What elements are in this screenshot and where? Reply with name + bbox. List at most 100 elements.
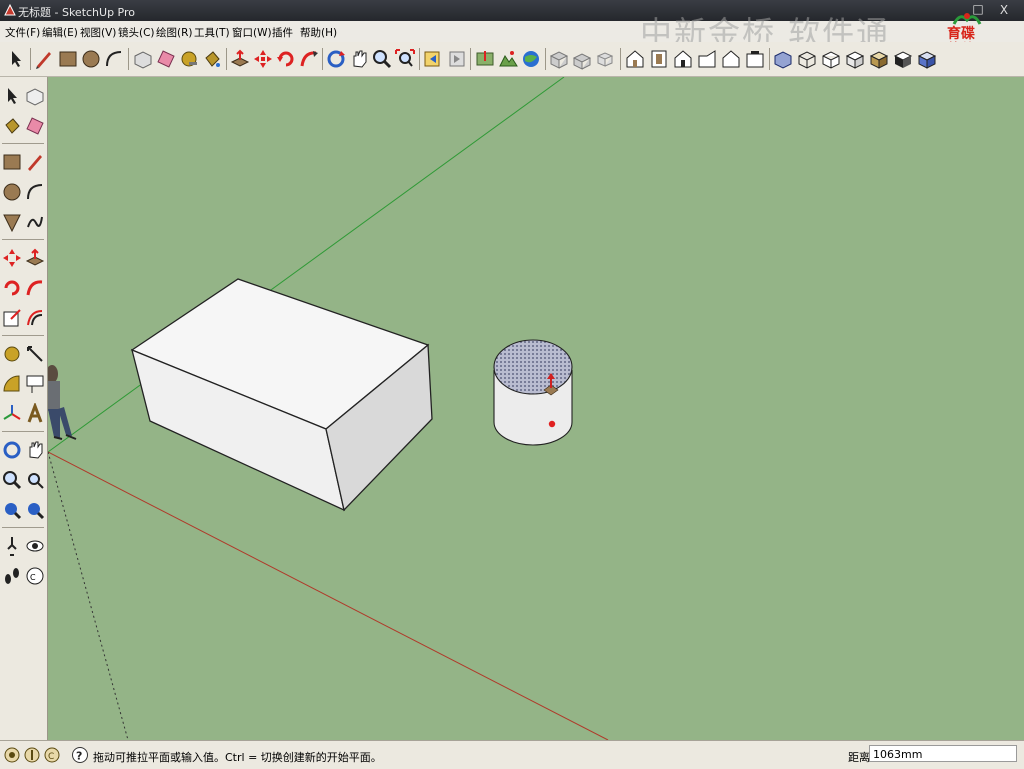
large-tool-set: C [0, 77, 48, 740]
tape-tool-icon[interactable] [1, 343, 23, 365]
menu-view[interactable]: 视图(V) [80, 25, 116, 40]
get-models-icon[interactable] [548, 48, 570, 70]
photo-textures-icon[interactable] [520, 48, 542, 70]
zoom-extents-tool-icon[interactable] [24, 499, 46, 521]
orbit-icon[interactable] [325, 48, 347, 70]
polygon-tool-icon[interactable] [1, 211, 23, 233]
shaded-icon[interactable] [844, 48, 866, 70]
paint-tool-icon[interactable] [1, 115, 23, 137]
eraser-icon[interactable] [155, 48, 177, 70]
3d-text-tool-icon[interactable] [24, 403, 46, 425]
share-component-icon[interactable] [594, 48, 616, 70]
zoom-tool-icon[interactable] [1, 469, 23, 491]
follow-me-tool-icon[interactable] [24, 277, 46, 299]
menu-plugins[interactable]: 插件 [272, 25, 293, 40]
front-view-icon[interactable] [672, 48, 694, 70]
window-title: 无标题 - SketchUp Pro [18, 6, 136, 19]
close-button[interactable]: X [994, 2, 1014, 18]
status-hint-text: 拖动可推拉平面或输入值。Ctrl = 切换创建新的开始平面。 [93, 751, 382, 764]
eraser-tool-icon[interactable] [24, 115, 46, 137]
share-model-icon[interactable] [571, 48, 593, 70]
protractor-tool-icon[interactable] [1, 373, 23, 395]
sketchup-app-icon [4, 3, 16, 16]
move-icon[interactable] [252, 48, 274, 70]
rotate-tool-icon[interactable] [1, 277, 23, 299]
paint-bucket-icon[interactable] [201, 48, 223, 70]
follow-me-icon[interactable] [298, 48, 320, 70]
right-view-icon[interactable] [696, 48, 718, 70]
svg-text:?: ? [76, 750, 82, 763]
component-tool-icon[interactable] [24, 85, 46, 107]
tape-measure-icon[interactable] [178, 48, 200, 70]
top-view-icon[interactable] [648, 48, 670, 70]
add-location-icon[interactable] [474, 48, 496, 70]
menu-draw[interactable]: 绘图(R) [156, 25, 193, 40]
left-view-icon[interactable] [744, 48, 766, 70]
menu-window[interactable]: 窗口(W) [232, 25, 272, 40]
style-preview-icon[interactable] [916, 48, 938, 70]
svg-text:C: C [30, 573, 36, 582]
geo-location-icon[interactable] [3, 746, 21, 764]
pan-tool-icon[interactable] [24, 439, 46, 461]
box-model [130, 278, 433, 512]
look-around-tool-icon[interactable] [24, 535, 46, 557]
circle-icon[interactable] [80, 48, 102, 70]
scene-canvas [48, 77, 609, 740]
blue-axis-dashed-line [48, 451, 129, 740]
rectangle-icon[interactable] [57, 48, 79, 70]
push-pull-tool-icon[interactable] [24, 247, 46, 269]
arc-tool-icon[interactable] [24, 181, 46, 203]
hidden-line-icon[interactable] [820, 48, 842, 70]
pan-icon[interactable] [348, 48, 370, 70]
pencil-icon[interactable] [33, 48, 55, 70]
dimension-tool-icon[interactable] [24, 343, 46, 365]
zoom-extents-icon[interactable] [394, 48, 416, 70]
zoom-window-tool-icon[interactable] [24, 469, 46, 491]
section-plane-tool-icon[interactable]: C [24, 565, 46, 587]
zoom-icon[interactable] [371, 48, 393, 70]
menu-file[interactable]: 文件(F) [5, 25, 40, 40]
xray-icon[interactable] [772, 48, 794, 70]
arc-icon[interactable] [103, 48, 125, 70]
measurements-input[interactable]: 1063mm [869, 745, 1017, 762]
iso-view-icon[interactable] [624, 48, 646, 70]
previous-tool-icon[interactable] [1, 499, 23, 521]
credits-icon[interactable] [23, 746, 41, 764]
select-icon[interactable] [5, 48, 27, 70]
push-pull-icon[interactable] [229, 48, 251, 70]
main-toolbar [0, 42, 1024, 77]
back-view-icon[interactable] [720, 48, 742, 70]
rectangle-tool-icon[interactable] [1, 151, 23, 173]
previous-view-icon[interactable] [422, 48, 444, 70]
cylinder-top-face-selected [493, 339, 573, 395]
wireframe-icon[interactable] [796, 48, 818, 70]
menu-edit[interactable]: 编辑(E) [42, 25, 78, 40]
svg-text:C: C [48, 752, 54, 762]
menu-help[interactable]: 帮助(H) [300, 25, 337, 40]
scale-tool-icon[interactable] [1, 307, 23, 329]
position-camera-tool-icon[interactable] [1, 535, 23, 557]
orbit-tool-icon[interactable] [1, 439, 23, 461]
help-icon[interactable]: ? [71, 746, 89, 764]
measurements-label: 距离 [848, 751, 870, 764]
make-component-icon[interactable] [132, 48, 154, 70]
freehand-tool-icon[interactable] [24, 211, 46, 233]
model-viewport[interactable] [48, 77, 1024, 740]
move-tool-icon[interactable] [1, 247, 23, 269]
monochrome-icon[interactable] [892, 48, 914, 70]
shaded-textures-icon[interactable] [868, 48, 890, 70]
next-view-icon[interactable] [445, 48, 467, 70]
walk-tool-icon[interactable] [1, 565, 23, 587]
logo-leaf-icon [952, 13, 982, 25]
menu-tools[interactable]: 工具(T) [194, 25, 230, 40]
copyright-icon[interactable]: C [43, 746, 61, 764]
text-tool-icon[interactable] [24, 373, 46, 395]
menu-camera[interactable]: 镜头(C) [118, 25, 155, 40]
rotate-icon[interactable] [275, 48, 297, 70]
select-tool-icon[interactable] [1, 85, 23, 107]
toggle-terrain-icon[interactable] [497, 48, 519, 70]
offset-tool-icon[interactable] [24, 307, 46, 329]
circle-tool-icon[interactable] [1, 181, 23, 203]
axes-tool-icon[interactable] [1, 403, 23, 425]
line-tool-icon[interactable] [24, 151, 46, 173]
